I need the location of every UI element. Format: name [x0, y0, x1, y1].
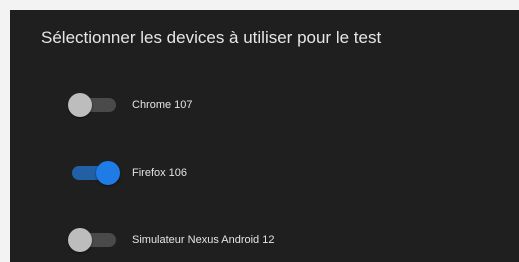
device-row-chrome: Chrome 107	[68, 91, 193, 119]
device-row-firefox: Firefox 106	[68, 159, 187, 187]
toggle-switch-firefox[interactable]	[68, 159, 120, 187]
toggle-switch-chrome[interactable]	[68, 91, 120, 119]
device-label-firefox: Firefox 106	[132, 167, 188, 179]
toggle-thumb	[68, 228, 92, 252]
toggle-thumb	[96, 161, 120, 185]
device-row-android: Simulateur Nexus Android 12	[68, 226, 274, 254]
toggle-switch-android[interactable]	[68, 226, 120, 254]
device-label-chrome: Chrome 107	[132, 99, 193, 111]
device-label-android: Simulateur Nexus Android 12	[132, 234, 275, 246]
panel-title: Sélectionner les devices à utiliser pour…	[41, 28, 382, 47]
toggle-thumb	[68, 93, 92, 117]
device-selection-panel: Sélectionner les devices à utiliser pour…	[10, 10, 519, 262]
